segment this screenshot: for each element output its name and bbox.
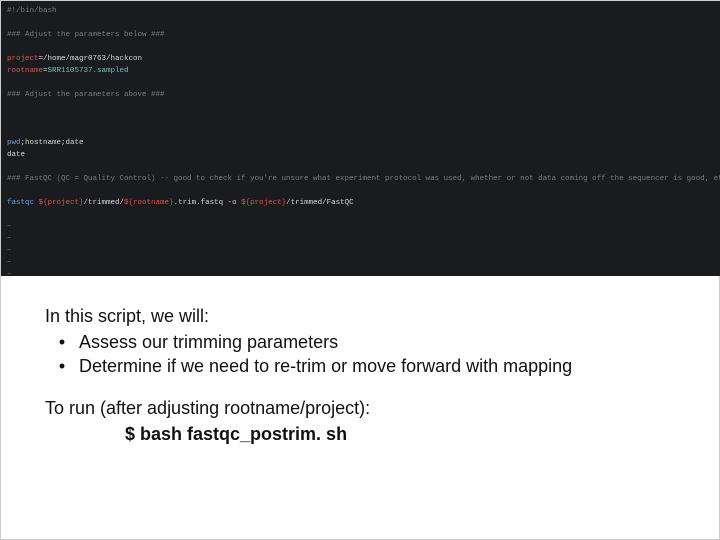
terminal-line: fastqc ${project}/trimmed/${rootname}.tr… <box>7 197 715 209</box>
terminal-line: ### FastQC (QC = Quality Control) -- goo… <box>7 173 715 185</box>
code-token: -o <box>228 199 242 207</box>
description-text: In this script, we will: • Assess our tr… <box>1 276 719 446</box>
code-token: .trim.fastq <box>174 199 228 207</box>
terminal-line <box>7 17 715 29</box>
code-token: pwd <box>7 139 21 147</box>
code-token: SRR1105737.sampled <box>48 67 129 75</box>
terminal-line: ~ <box>7 221 715 233</box>
code-token: ~ <box>7 271 12 276</box>
terminal-line <box>7 77 715 89</box>
bullet-dot: • <box>45 354 79 378</box>
code-token: /trimmed/FastQC <box>286 199 354 207</box>
terminal-line: ### Adjust the parameters above ### <box>7 89 715 101</box>
terminal-line: ~ <box>7 257 715 269</box>
code-token: ${rootname} <box>124 199 174 207</box>
terminal-line: ### Adjust the parameters below ### <box>7 29 715 41</box>
terminal-screenshot: #!/bin/bash ### Adjust the parameters be… <box>1 1 720 276</box>
code-token: date <box>7 151 25 159</box>
list-item: • Assess our trimming parameters <box>45 330 675 354</box>
code-token: /trimmed/ <box>84 199 125 207</box>
bullet-text: Determine if we need to re-trim or move … <box>79 354 572 378</box>
terminal-line <box>7 125 715 137</box>
code-token: =/home/magr0763/hackcon <box>39 55 143 63</box>
bullet-list: • Assess our trimming parameters • Deter… <box>45 330 675 378</box>
terminal-line: ~ <box>7 245 715 257</box>
terminal-line: #!/bin/bash <box>7 5 715 17</box>
bullet-dot: • <box>45 330 79 354</box>
code-token: rootname <box>7 67 43 75</box>
terminal-line: ~ <box>7 269 715 276</box>
terminal-line: rootname=SRR1105737.sampled <box>7 65 715 77</box>
code-token: fastqc <box>7 199 39 207</box>
terminal-line: pwd;hostname;date <box>7 137 715 149</box>
terminal-line <box>7 101 715 113</box>
terminal-line <box>7 41 715 53</box>
code-token: ~ <box>7 235 12 243</box>
list-item: • Determine if we need to re-trim or mov… <box>45 354 675 378</box>
terminal-line: ~ <box>7 233 715 245</box>
run-instruction: To run (after adjusting rootname/project… <box>45 396 675 420</box>
code-token: ;hostname;date <box>21 139 84 147</box>
bullet-text: Assess our trimming parameters <box>79 330 338 354</box>
code-token: ~ <box>7 259 12 267</box>
code-token: ### Adjust the parameters below ### <box>7 31 165 39</box>
terminal-line <box>7 209 715 221</box>
terminal-line <box>7 161 715 173</box>
terminal-line <box>7 185 715 197</box>
code-token: project <box>7 55 39 63</box>
code-token: #!/bin/bash <box>7 7 57 15</box>
code-token: ~ <box>7 247 12 255</box>
code-token: ### FastQC (QC = Quality Control) -- goo… <box>7 175 720 183</box>
terminal-line: date <box>7 149 715 161</box>
code-token: ### Adjust the parameters above ### <box>7 91 165 99</box>
code-token: ${project} <box>39 199 84 207</box>
code-token: ${project} <box>241 199 286 207</box>
terminal-line: project=/home/magr0763/hackcon <box>7 53 715 65</box>
code-token: ~ <box>7 223 12 231</box>
intro-line: In this script, we will: <box>45 304 675 328</box>
command-line: $ bash fastqc_postrim. sh <box>45 422 675 446</box>
terminal-line <box>7 113 715 125</box>
